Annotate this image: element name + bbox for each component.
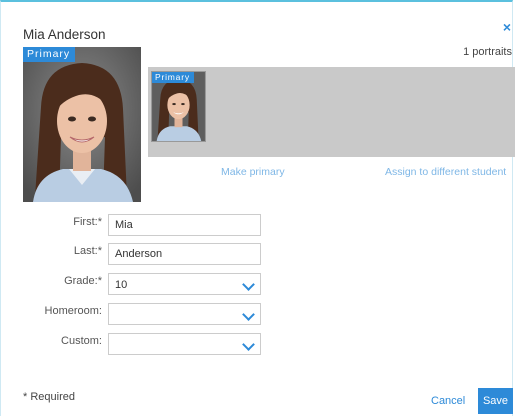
cancel-button[interactable]: Cancel [431,395,465,407]
thumbnail-primary-badge: Primary [152,72,194,83]
homeroom-select[interactable] [108,303,261,325]
custom-select[interactable] [108,333,261,355]
chevron-down-icon [242,308,255,321]
chevron-down-icon [242,338,255,351]
primary-badge: Primary [23,47,76,62]
chevron-down-icon [242,278,255,291]
last-name-input[interactable] [108,243,261,265]
assign-student-link[interactable]: Assign to different student [385,166,506,178]
homeroom-label: Homeroom: [44,305,102,317]
grade-label: Grade:* [64,275,102,287]
first-name-label: First:* [73,216,102,228]
dialog-title: Mia Anderson [23,27,106,42]
custom-label: Custom: [61,335,102,347]
make-primary-link[interactable]: Make primary [221,166,285,178]
save-button[interactable]: Save [478,388,513,414]
last-name-label: Last:* [73,245,102,257]
primary-portrait: Primary [23,47,141,202]
grade-select[interactable]: 10 [108,273,261,295]
grade-value: 10 [115,279,128,291]
portrait-count: 1 portraits [463,46,512,58]
portrait-thumbnail[interactable]: Primary [151,71,206,142]
close-icon[interactable]: × [503,20,511,34]
required-note: * Required [23,391,75,403]
portrait-image [23,47,141,202]
first-name-input[interactable] [108,214,261,236]
portrait-strip: Primary [148,67,515,157]
